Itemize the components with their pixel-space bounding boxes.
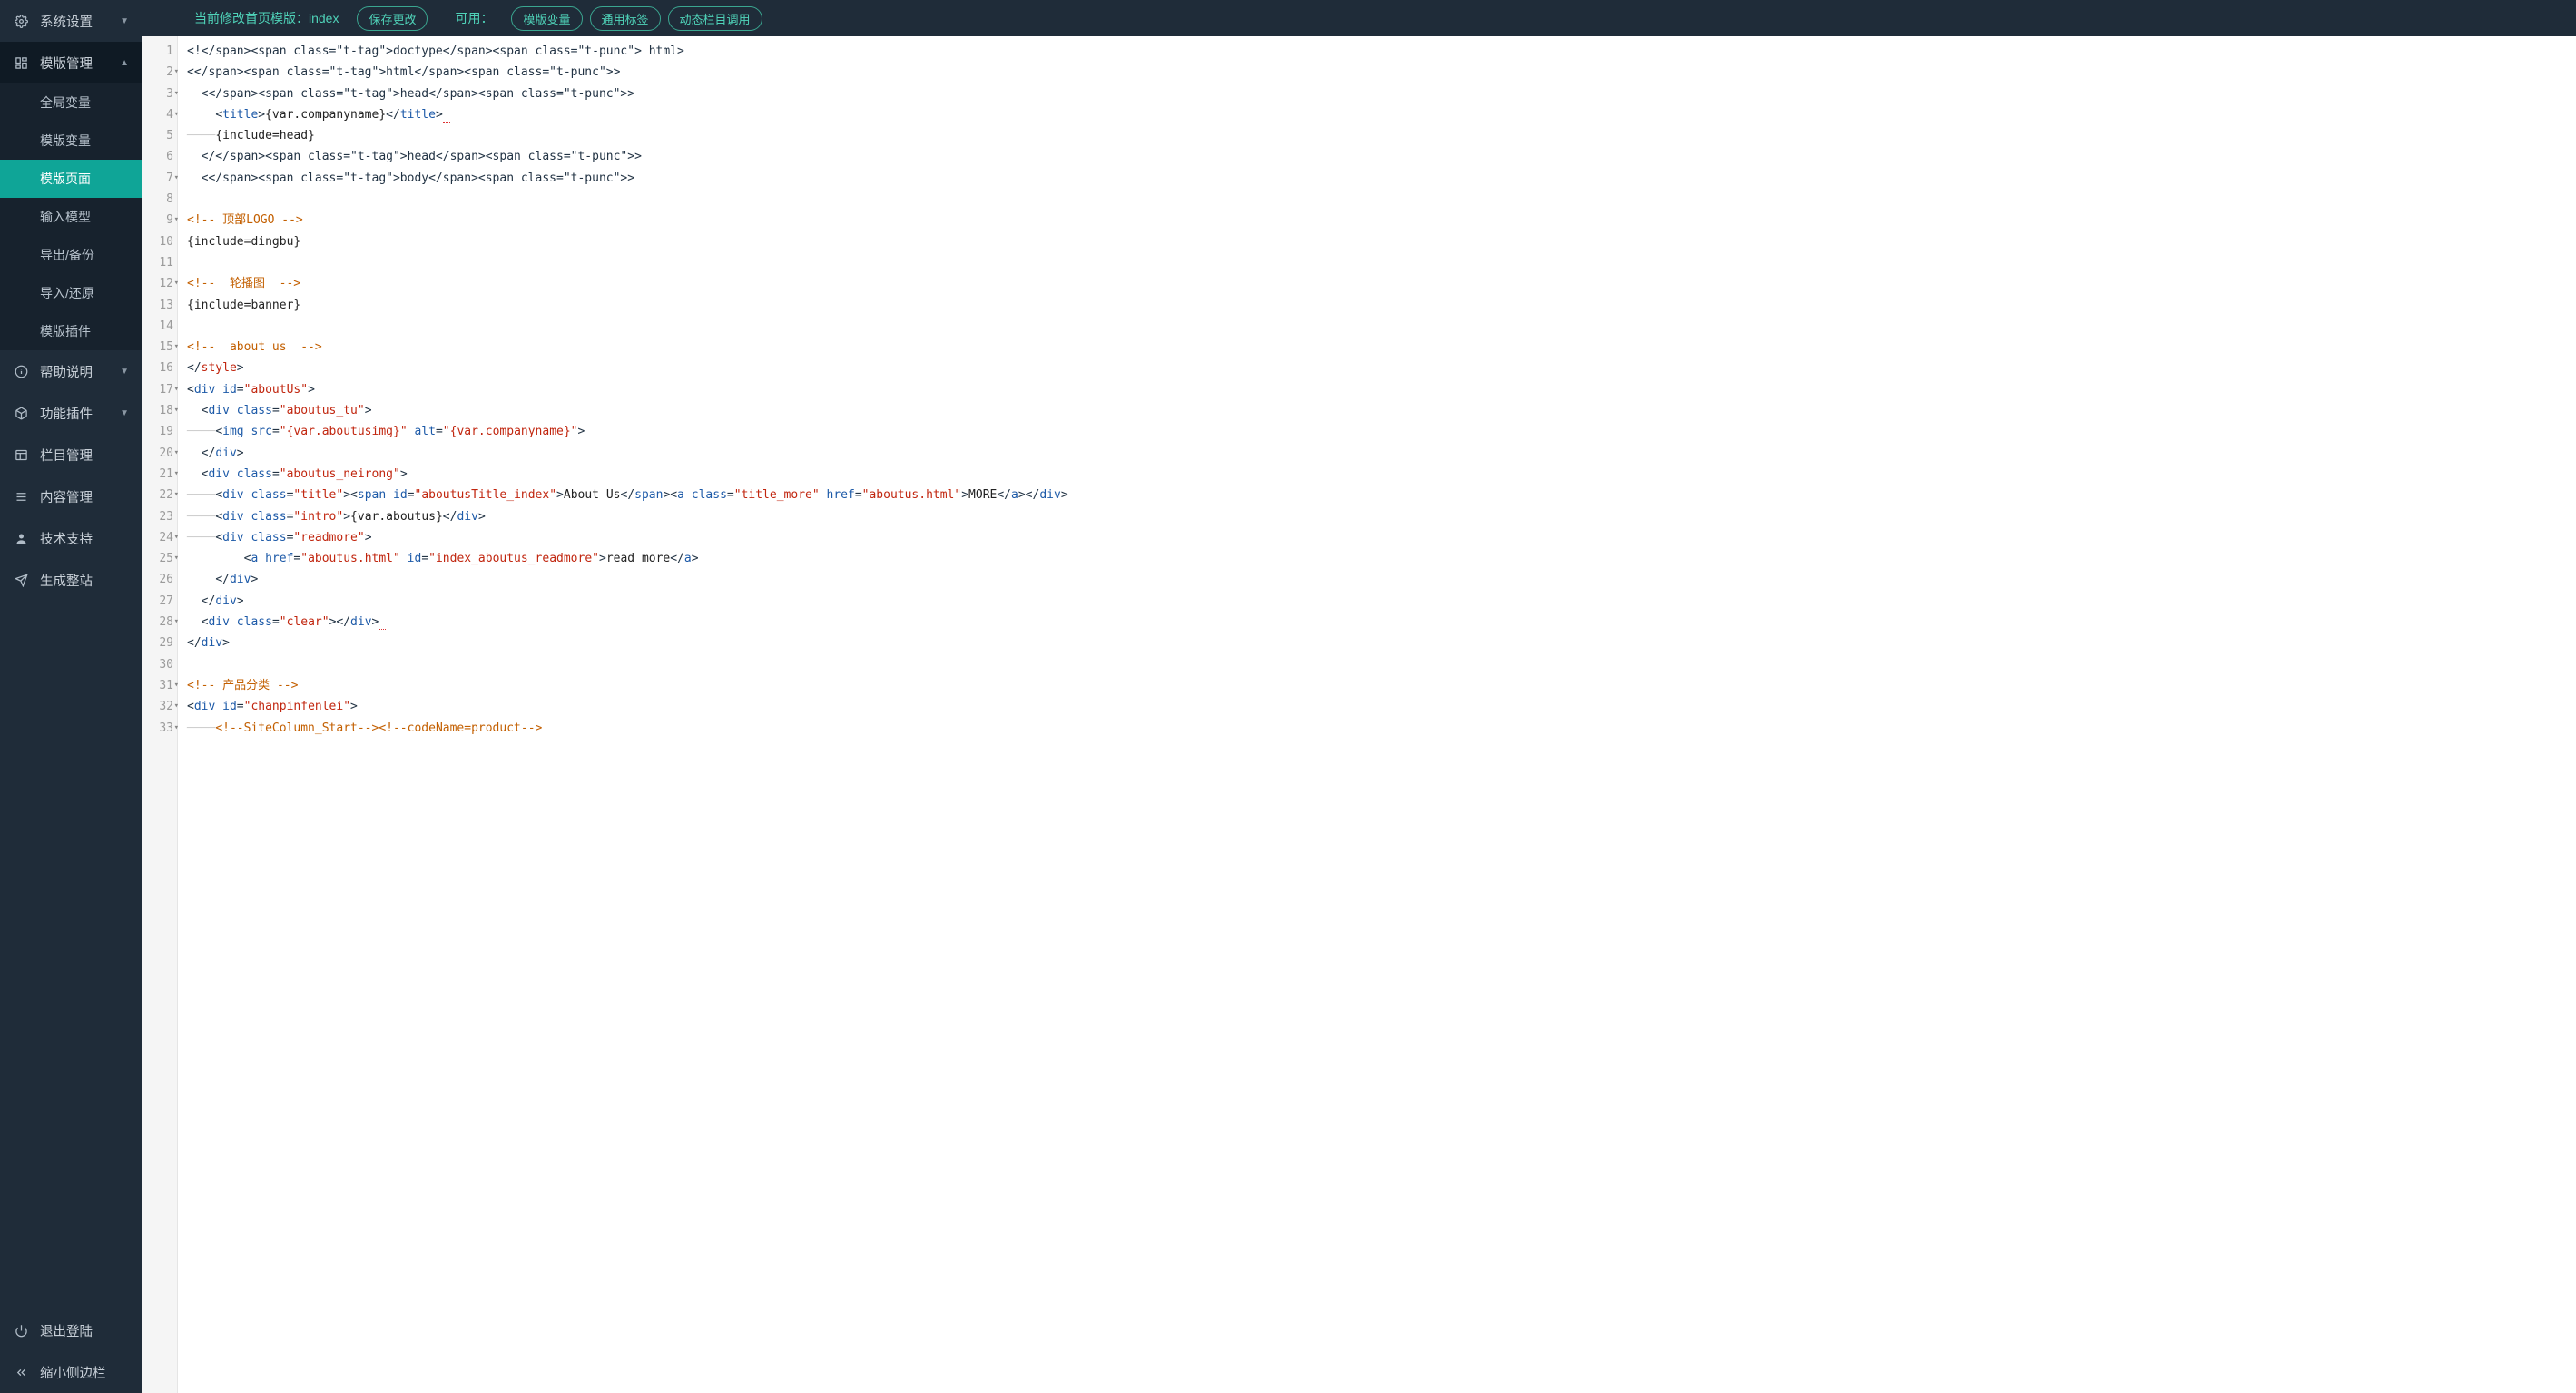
template-vars-button[interactable]: 模版变量: [511, 6, 582, 31]
sidebar-sub-label: 导入/还原: [40, 284, 94, 302]
sidebar-label: 栏目管理: [40, 446, 129, 465]
caret-down-icon: ▼: [120, 16, 129, 26]
available-label: 可用：: [455, 9, 493, 27]
info-icon: [13, 365, 29, 378]
sidebar-submenu-template: 全局变量 模版变量 模版页面 输入模型 导出/备份 导入/还原 模版插件: [0, 83, 142, 350]
sidebar-sub-label: 模版插件: [40, 322, 91, 340]
sidebar-label: 帮助说明: [40, 362, 114, 381]
sidebar-label: 生成整站: [40, 571, 129, 590]
cube-icon: [13, 407, 29, 420]
list-icon: [13, 490, 29, 504]
sidebar-item-template-manage[interactable]: 模版管理 ▲: [0, 42, 142, 83]
code-content[interactable]: <!</span><span class="t-tag">doctype</sp…: [178, 36, 2576, 1393]
power-icon: [13, 1324, 29, 1338]
caret-up-icon: ▲: [120, 58, 129, 68]
sidebar-sub-label: 全局变量: [40, 93, 91, 112]
sidebar-sub-template-plugins[interactable]: 模版插件: [0, 312, 142, 350]
sidebar-sub-export-backup[interactable]: 导出/备份: [0, 236, 142, 274]
sidebar-sub-import-restore[interactable]: 导入/还原: [0, 274, 142, 312]
sidebar-sub-label: 导出/备份: [40, 246, 94, 264]
sidebar-label: 系统设置: [40, 12, 114, 31]
dynamic-column-button[interactable]: 动态栏目调用: [668, 6, 762, 31]
columns-icon: [13, 448, 29, 462]
sidebar-label: 退出登陆: [40, 1321, 129, 1340]
sidebar-item-system-settings[interactable]: 系统设置 ▼: [0, 0, 142, 42]
sidebar-sub-template-pages[interactable]: 模版页面: [0, 160, 142, 198]
sidebar-sub-template-vars[interactable]: 模版变量: [0, 122, 142, 160]
gear-icon: [13, 15, 29, 28]
sidebar-label: 技术支持: [40, 529, 129, 548]
sidebar-item-collapse[interactable]: 缩小侧边栏: [0, 1351, 142, 1393]
topbar-button-group: 模版变量 通用标签 动态栏目调用: [511, 6, 762, 31]
collapse-icon: [13, 1366, 29, 1379]
sidebar-label: 模版管理: [40, 54, 114, 73]
sidebar-item-plugins[interactable]: 功能插件 ▼: [0, 392, 142, 434]
template-icon: [13, 56, 29, 70]
sidebar-sub-global-vars[interactable]: 全局变量: [0, 83, 142, 122]
sidebar-sub-input-model[interactable]: 输入模型: [0, 198, 142, 236]
sidebar-bottom: 退出登陆 缩小侧边栏: [0, 1310, 142, 1393]
sidebar-sub-label: 输入模型: [40, 208, 91, 226]
send-icon: [13, 574, 29, 587]
sidebar-item-logout[interactable]: 退出登陆: [0, 1310, 142, 1351]
user-icon: [13, 532, 29, 545]
save-changes-button[interactable]: 保存更改: [357, 6, 428, 31]
sidebar: 系统设置 ▼ 模版管理 ▲ 全局变量 模版变量 模版页面 输入模型 导出/备份 …: [0, 0, 142, 1393]
sidebar-label: 功能插件: [40, 404, 114, 423]
current-template-label: 当前修改首页模版：index: [194, 9, 339, 27]
sidebar-label: 缩小侧边栏: [40, 1363, 129, 1382]
caret-down-icon: ▼: [120, 367, 129, 377]
sidebar-item-content-manage[interactable]: 内容管理: [0, 476, 142, 517]
general-tags-button[interactable]: 通用标签: [590, 6, 661, 31]
sidebar-item-help[interactable]: 帮助说明 ▼: [0, 350, 142, 392]
sidebar-sub-label: 模版变量: [40, 132, 91, 150]
code-editor[interactable]: 12▾3▾4▾567▾89▾101112▾131415▾1617▾18▾1920…: [142, 36, 2576, 1393]
sidebar-sub-label: 模版页面: [40, 170, 91, 188]
caret-down-icon: ▼: [120, 408, 129, 418]
app-root: 系统设置 ▼ 模版管理 ▲ 全局变量 模版变量 模版页面 输入模型 导出/备份 …: [0, 0, 2576, 1393]
sidebar-item-generate-site[interactable]: 生成整站: [0, 559, 142, 601]
sidebar-item-tech-support[interactable]: 技术支持: [0, 517, 142, 559]
topbar: 当前修改首页模版：index 保存更改 可用： 模版变量 通用标签 动态栏目调用: [142, 0, 2576, 36]
sidebar-label: 内容管理: [40, 487, 129, 506]
line-number-gutter: 12▾3▾4▾567▾89▾101112▾131415▾1617▾18▾1920…: [142, 36, 178, 1393]
main-area: 当前修改首页模版：index 保存更改 可用： 模版变量 通用标签 动态栏目调用…: [142, 0, 2576, 1393]
sidebar-item-column-manage[interactable]: 栏目管理: [0, 434, 142, 476]
